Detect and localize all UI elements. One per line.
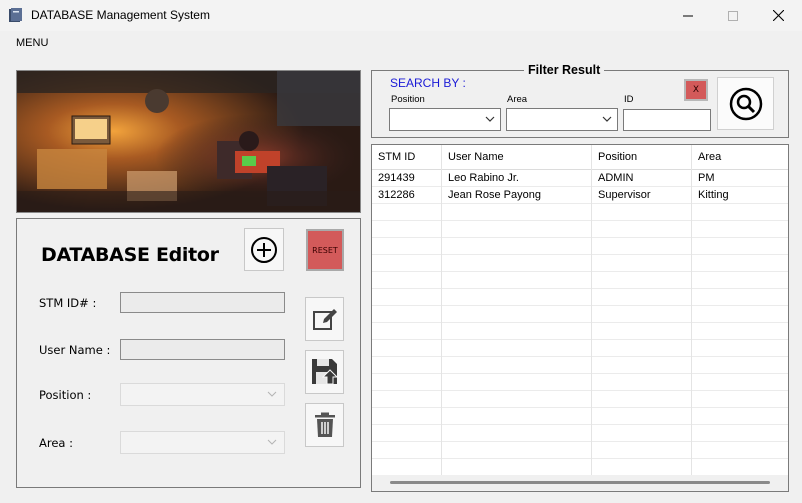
- minimize-icon: [683, 15, 693, 16]
- empty-row: [372, 374, 788, 391]
- menu-item-menu[interactable]: MENU: [16, 37, 48, 49]
- save-icon: [311, 359, 338, 385]
- filter-id-label: ID: [624, 94, 634, 105]
- empty-row: [372, 238, 788, 255]
- empty-row: [372, 204, 788, 221]
- menu-bar: MENU: [0, 31, 802, 55]
- empty-row: [372, 289, 788, 306]
- filter-position-select[interactable]: [389, 108, 501, 131]
- cell-area: Kitting: [698, 189, 729, 201]
- filter-area-select[interactable]: [506, 108, 618, 131]
- scrollbar-thumb[interactable]: [390, 481, 770, 484]
- minimize-button[interactable]: [665, 0, 711, 31]
- empty-row: [372, 272, 788, 289]
- filter-id-input[interactable]: [623, 109, 711, 131]
- filter-title: Filter Result: [524, 63, 605, 77]
- empty-row: [372, 357, 788, 374]
- cell-stm-id: 291439: [372, 170, 442, 187]
- empty-row: [372, 408, 788, 425]
- cell-position: ADMIN: [592, 170, 692, 187]
- table-row[interactable]: 312286 Jean Rose Payong Supervisor Kitti…: [372, 187, 788, 204]
- filter-result-panel: Filter Result SEARCH BY : Position Area …: [371, 63, 789, 138]
- column-header-position[interactable]: Position: [592, 145, 692, 170]
- chevron-down-icon: [485, 116, 495, 122]
- column-header-user-name[interactable]: User Name: [442, 145, 592, 170]
- cell-user-name: Leo Rabino Jr.: [442, 170, 592, 187]
- empty-row: [372, 221, 788, 238]
- lofi-room-illustration: [17, 71, 360, 212]
- chevron-down-icon: [602, 116, 612, 122]
- empty-row: [372, 323, 788, 340]
- search-by-label: SEARCH BY :: [390, 76, 466, 90]
- empty-row: [372, 306, 788, 323]
- maximize-button[interactable]: [710, 0, 756, 31]
- stm-id-label: STM ID# :: [39, 296, 97, 310]
- cell-stm-id: 312286: [372, 187, 442, 204]
- cell-user-name: Jean Rose Payong: [442, 187, 592, 204]
- close-icon: [772, 10, 784, 21]
- table-row[interactable]: 291439 Leo Rabino Jr. ADMIN PM: [372, 170, 788, 187]
- empty-row: [372, 255, 788, 272]
- position-label: Position :: [39, 388, 92, 402]
- cell-area: PM: [698, 172, 715, 184]
- results-grid[interactable]: STM ID User Name Position Area 291439 Le…: [371, 144, 789, 492]
- title-bar: DATABASE Management System: [0, 0, 802, 31]
- add-button[interactable]: [244, 228, 284, 271]
- plus-circle-icon: [251, 236, 277, 263]
- window-title: DATABASE Management System: [31, 8, 210, 22]
- filter-position-label: Position: [391, 94, 425, 105]
- user-name-label: User Name :: [39, 343, 111, 357]
- horizontal-scrollbar[interactable]: [372, 475, 788, 491]
- banner-image: [16, 70, 361, 213]
- delete-button[interactable]: [305, 403, 344, 447]
- clear-filter-button[interactable]: X: [684, 79, 708, 101]
- edit-button[interactable]: [305, 297, 344, 341]
- trash-icon: [314, 412, 335, 437]
- empty-row: [372, 425, 788, 442]
- position-select[interactable]: [120, 383, 285, 406]
- empty-row: [372, 340, 788, 357]
- filter-area-label: Area: [507, 94, 528, 105]
- search-button[interactable]: [717, 77, 774, 130]
- maximize-icon: [728, 10, 738, 21]
- stm-id-field[interactable]: [120, 292, 285, 313]
- close-button[interactable]: [755, 0, 801, 31]
- area-select[interactable]: [120, 431, 285, 454]
- app-book-icon: [9, 8, 22, 22]
- column-header-area[interactable]: Area: [692, 145, 788, 170]
- reset-button[interactable]: RESET: [306, 229, 344, 271]
- empty-row: [372, 391, 788, 408]
- cell-position: Supervisor: [592, 187, 692, 204]
- chevron-down-icon: [267, 439, 277, 445]
- edit-icon: [312, 309, 337, 330]
- chevron-down-icon: [267, 391, 277, 397]
- save-button[interactable]: [305, 350, 344, 394]
- user-name-field[interactable]: [120, 339, 285, 360]
- grid-header: STM ID User Name Position Area: [372, 145, 788, 170]
- area-label: Area :: [39, 436, 73, 450]
- empty-row: [372, 442, 788, 459]
- database-editor-panel: DATABASE Editor RESET STM ID# : User Nam…: [16, 218, 361, 488]
- editor-title: DATABASE Editor: [41, 244, 219, 266]
- search-icon: [729, 87, 762, 120]
- empty-row: [372, 459, 788, 476]
- column-header-stm-id[interactable]: STM ID: [372, 145, 442, 170]
